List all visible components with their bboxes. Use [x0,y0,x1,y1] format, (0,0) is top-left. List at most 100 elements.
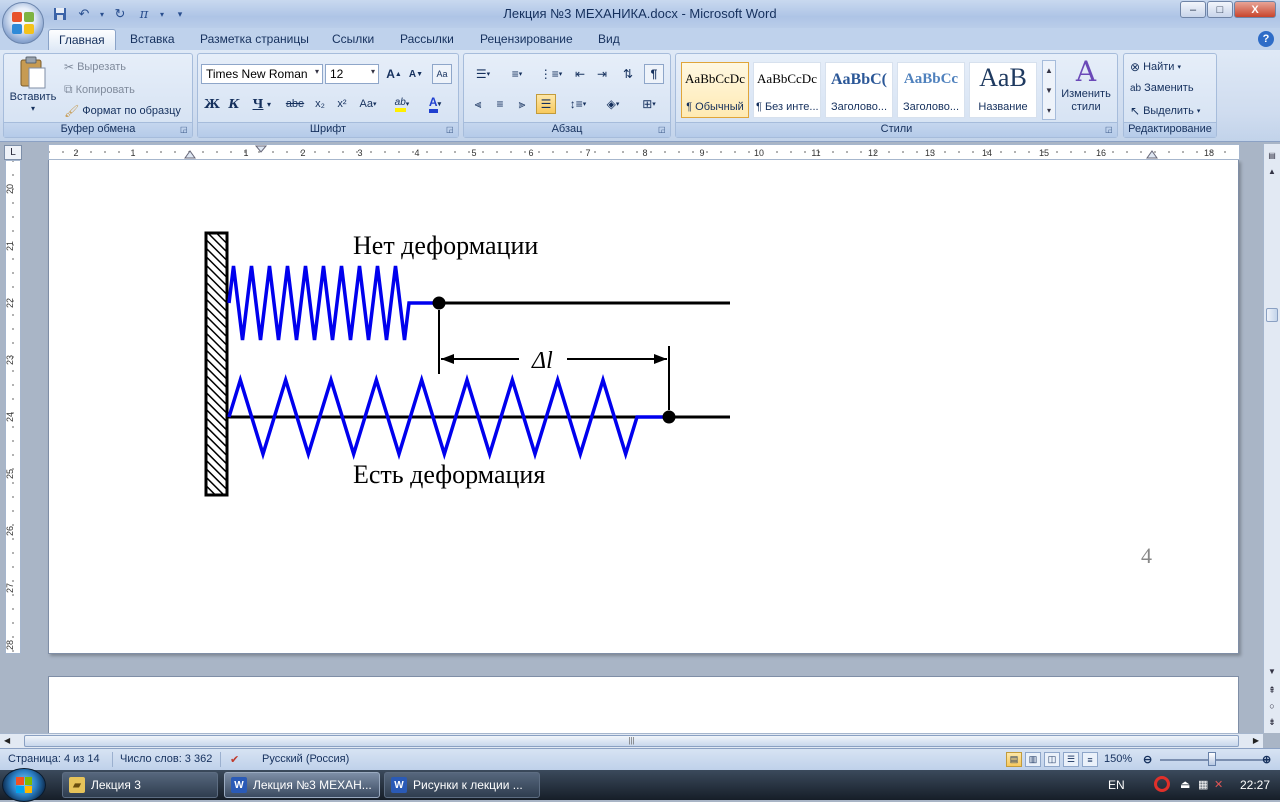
next-page[interactable] [48,676,1239,733]
align-left-button[interactable]: ⫷ [468,94,488,114]
style-normal[interactable]: AaBbCcDc ¶ Обычный [681,62,749,118]
close-button[interactable]: X [1234,1,1276,18]
show-marks-button[interactable]: ¶ [644,64,664,84]
safely-remove-icon[interactable]: ⏏ [1180,778,1190,791]
style-heading-2[interactable]: AaBbCc Заголово... [897,62,965,118]
numbering-button[interactable]: ≡ ▾ [502,64,532,84]
replace-button[interactable]: ab Заменить [1130,82,1194,94]
superscript-button[interactable]: x² [332,94,352,114]
clock[interactable]: 22:27 [1240,778,1270,792]
maximize-button[interactable]: □ [1207,1,1233,18]
justify-button[interactable]: ☰ [536,94,556,114]
page-count-status[interactable]: Страница: 4 из 14 [8,753,100,765]
paragraph-launcher-icon[interactable]: ◲ [658,125,668,135]
volume-muted-icon[interactable]: ✕ [1214,778,1223,791]
undo-dropdown-icon[interactable]: ▾ [98,4,106,24]
left-indent-marker[interactable] [184,150,196,159]
view-ruler-icon[interactable]: ▤ [1265,148,1279,162]
tab-home[interactable]: Главная [48,29,116,50]
subscript-button[interactable]: x₂ [310,94,330,114]
sort-button[interactable]: ⇅ [618,64,638,84]
font-size-combo[interactable]: 12 ▾ [325,64,379,84]
tab-page-layout[interactable]: Разметка страницы [190,29,319,50]
format-painter-button[interactable]: 🖌 Формат по образцу [64,104,181,118]
horizontal-ruler[interactable]: 211234567891011121314151618 [48,144,1240,160]
change-styles-button[interactable]: A Изменить стили [1058,56,1114,114]
language-indicator[interactable]: EN [1108,778,1125,792]
equation-dropdown-icon[interactable]: ▾ [158,4,166,24]
strikethrough-button[interactable]: abe [282,94,308,114]
font-name-combo[interactable]: Times New Roman ▾ [201,64,323,84]
network-icon[interactable]: ▦ [1198,778,1208,791]
shading-button[interactable]: ◈ ▾ [598,94,628,114]
next-page-icon[interactable]: ⇟ [1266,716,1278,728]
style-heading-1[interactable]: AaBbC( Заголово... [825,62,893,118]
horizontal-scrollbar[interactable]: ◀ ||| ▶ [0,733,1263,748]
undo-icon[interactable]: ↶ [74,4,94,24]
taskbar-item-figures-doc[interactable]: W Рисунки к лекции ... [384,772,540,798]
web-layout-icon[interactable]: ◫ [1044,752,1060,767]
clear-formatting-button[interactable]: Aa [432,64,452,84]
style-title[interactable]: AaB Название [969,62,1037,118]
clipboard-launcher-icon[interactable]: ◲ [180,125,190,135]
tab-selector[interactable]: L [4,145,22,160]
start-button[interactable] [2,768,46,802]
draft-view-icon[interactable]: ≡ [1082,752,1098,767]
align-center-button[interactable]: ≡ [490,94,510,114]
taskbar-item-folder[interactable]: ▰ Лекция 3 [62,772,218,798]
zoom-out-icon[interactable]: ⊖ [1143,753,1152,766]
outline-view-icon[interactable]: ☰ [1063,752,1079,767]
first-line-indent-marker[interactable] [254,145,268,153]
zoom-level[interactable]: 150% [1104,753,1132,765]
borders-button[interactable]: ⊞ ▾ [634,94,664,114]
minimize-button[interactable]: – [1180,1,1206,18]
shrink-font-button[interactable]: A ▼ [406,64,426,84]
font-launcher-icon[interactable]: ◲ [446,125,456,135]
opera-icon[interactable] [1154,776,1170,792]
underline-dropdown-icon[interactable]: ▾ [264,94,274,114]
bullets-button[interactable]: ☰ ▾ [468,64,498,84]
cut-button[interactable]: ✂ Вырезать [64,60,126,74]
line-spacing-button[interactable]: ↕≡ ▾ [564,94,592,114]
style-no-spacing[interactable]: AaBbCcDc ¶ Без инте... [753,62,821,118]
scroll-right-icon[interactable]: ▶ [1253,736,1259,745]
select-browse-object-icon[interactable]: ○ [1266,700,1278,712]
tab-review[interactable]: Рецензирование [470,29,583,50]
find-button[interactable]: ⊗ Найти ▾ [1130,60,1181,74]
redo-icon[interactable]: ↻ [110,4,130,24]
decrease-indent-button[interactable]: ⇤ [570,64,590,84]
bold-button[interactable]: Ж [202,94,222,114]
scroll-down-icon[interactable]: ▼ [1265,664,1279,678]
paste-button[interactable]: Вставить ▾ [8,56,58,113]
print-layout-view-icon[interactable]: ▤ [1006,752,1022,767]
scroll-up-icon[interactable]: ▲ [1265,164,1279,178]
word-count-status[interactable]: Число слов: 3 362 [120,753,212,765]
taskbar-item-lecture-doc[interactable]: W Лекция №3 МЕХАН... [224,772,380,798]
increase-indent-button[interactable]: ⇥ [592,64,612,84]
document-page[interactable]: Δl Нет деформации Есть деформация 4 [48,160,1239,654]
zoom-in-icon[interactable]: ⊕ [1262,753,1271,766]
align-right-button[interactable]: ⫸ [512,94,532,114]
full-screen-reading-icon[interactable]: ▥ [1025,752,1041,767]
styles-scroll[interactable]: ▲ ▼ ▾ [1042,60,1056,120]
tab-insert[interactable]: Вставка [120,29,185,50]
tab-references[interactable]: Ссылки [322,29,384,50]
highlight-button[interactable]: ab ▾ [388,94,416,114]
zoom-slider-knob[interactable] [1208,752,1216,766]
help-icon[interactable]: ? [1258,31,1274,47]
horizontal-scroll-thumb[interactable]: ||| [24,735,1239,747]
office-button[interactable] [2,2,44,44]
grow-font-button[interactable]: A ▲ [384,64,404,84]
italic-button[interactable]: К [224,94,244,114]
previous-page-icon[interactable]: ⇞ [1266,684,1278,696]
multilevel-list-button[interactable]: ⋮≡ ▾ [536,64,566,84]
customize-qat-button[interactable]: ▾ [170,4,190,24]
tab-mailings[interactable]: Рассылки [390,29,464,50]
spellcheck-icon[interactable]: ✔ [230,753,239,766]
equation-button[interactable]: π [134,4,154,24]
vertical-scroll-thumb[interactable] [1266,308,1278,322]
save-icon[interactable] [50,4,70,24]
tab-view[interactable]: Вид [588,29,630,50]
font-color-button[interactable]: A ▾ [420,94,450,114]
change-case-button[interactable]: Aa ▾ [356,94,380,114]
